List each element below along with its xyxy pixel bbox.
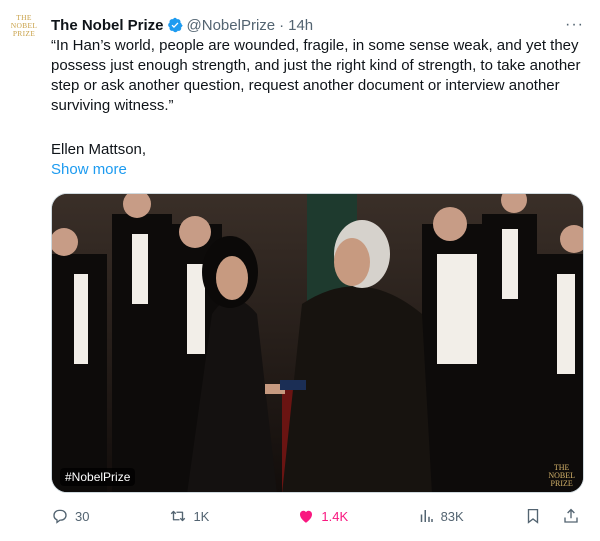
media-hashtag: #NobelPrize [60, 468, 136, 486]
nobel-watermark: THE NOBEL PRIZE [548, 464, 575, 488]
views-count: 83K [440, 508, 464, 524]
tweet-timestamp[interactable]: 14h [288, 17, 313, 34]
show-more-link[interactable]: Show more [51, 160, 127, 180]
tweet-text: “In Han’s world, people are wounded, fra… [51, 36, 586, 116]
retweet-button[interactable]: 1K [169, 507, 297, 525]
watermark-line: PRIZE [550, 479, 573, 488]
reply-count: 30 [75, 508, 90, 524]
avatar[interactable]: THE NOBEL PRIZE [4, 14, 44, 54]
tweet-actions: 30 1K 1.4K 83K [51, 504, 586, 528]
like-button[interactable]: 1.4K [297, 507, 416, 525]
like-count: 1.4K [321, 508, 349, 524]
author-handle[interactable]: @NobelPrize [187, 17, 276, 34]
share-icon [564, 508, 578, 523]
views-chart-icon [420, 510, 433, 522]
separator-dot: · [279, 16, 285, 34]
share-button[interactable] [562, 507, 586, 525]
media-video[interactable]: #NobelPrize THE NOBEL PRIZE [51, 193, 584, 493]
ceremony-image [52, 194, 583, 492]
tweet-header: The Nobel Prize @NobelPrize · 14h ··· [51, 14, 588, 36]
reply-icon [53, 509, 67, 524]
avatar-line: PRIZE [12, 29, 36, 38]
bookmark-button[interactable] [524, 507, 548, 525]
retweet-count: 1K [193, 508, 210, 524]
heart-icon [300, 510, 313, 523]
verified-badge-icon [167, 17, 183, 33]
views-button[interactable]: 83K [417, 507, 524, 525]
retweet-icon [171, 510, 186, 522]
more-options-icon[interactable]: ··· [561, 16, 588, 34]
author-name[interactable]: The Nobel Prize [51, 17, 164, 34]
tweet-signature: Ellen Mattson, [51, 141, 147, 158]
tweet-quote: “In Han’s world, people are wounded, fra… [51, 37, 581, 114]
bookmark-icon [527, 508, 539, 524]
reply-button[interactable]: 30 [51, 507, 157, 525]
